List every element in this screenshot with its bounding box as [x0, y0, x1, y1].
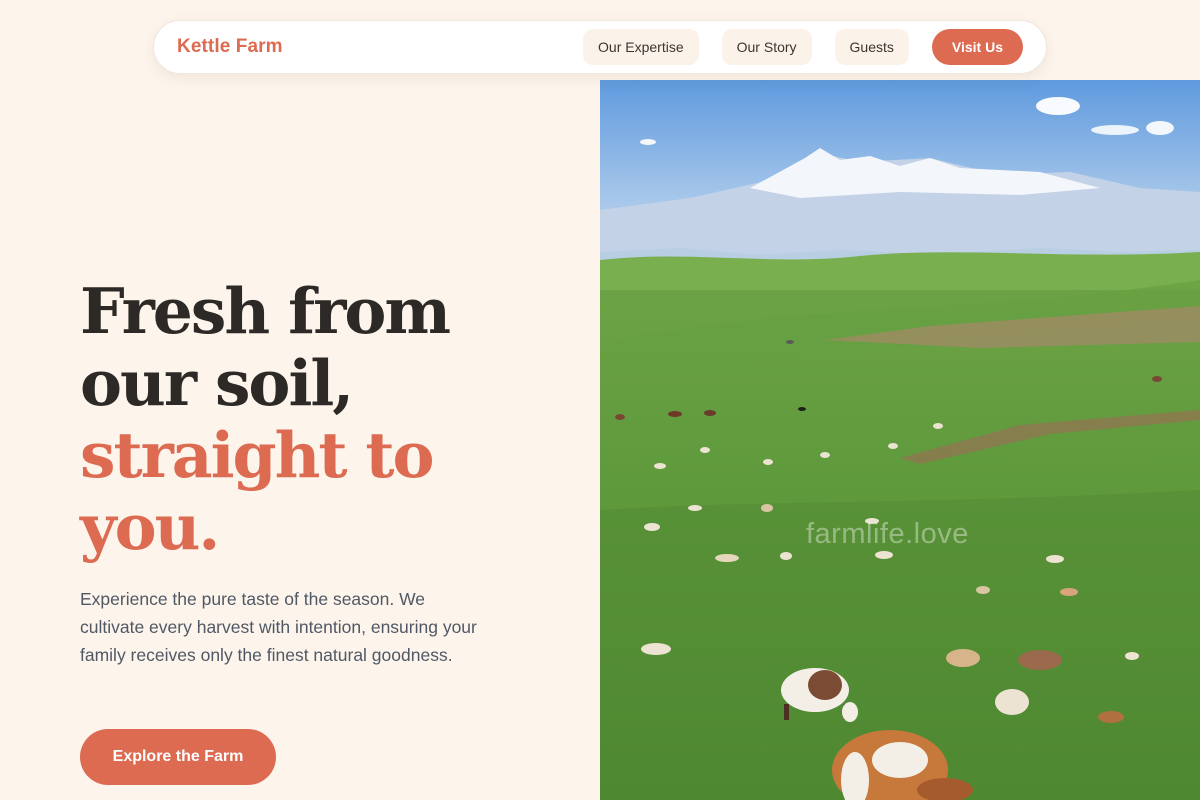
farm-landscape-illustration: [600, 80, 1200, 800]
hero-farm-photo: farmlife.love: [600, 80, 1200, 800]
hero-title: Fresh from our soil, straight to you.: [80, 275, 580, 563]
hero-title-line-2: our soil,: [80, 346, 354, 420]
nav-link-guests[interactable]: Guests: [834, 29, 909, 65]
nav-link-our-story[interactable]: Our Story: [721, 29, 812, 65]
brand-logo[interactable]: Kettle Farm: [177, 36, 283, 58]
top-navbar: Kettle Farm Our Expertise Our Story Gues…: [153, 20, 1047, 74]
hero-title-accent-line-1: straight to: [80, 418, 435, 492]
hero-description: Experience the pure taste of the season.…: [80, 589, 477, 665]
hero-title-line-1: Fresh from: [80, 274, 451, 348]
visit-us-button[interactable]: Visit Us: [931, 29, 1023, 65]
image-watermark: farmlife.love: [806, 518, 969, 550]
hero-title-accent-line-2: you.: [80, 490, 220, 564]
nav-link-our-expertise[interactable]: Our Expertise: [583, 29, 699, 65]
hero-content: Fresh from our soil, straight to you. Ex…: [80, 275, 580, 785]
explore-farm-button[interactable]: Explore the Farm: [80, 729, 276, 785]
nav-links: Our Expertise Our Story Guests Visit Us: [583, 29, 1023, 65]
